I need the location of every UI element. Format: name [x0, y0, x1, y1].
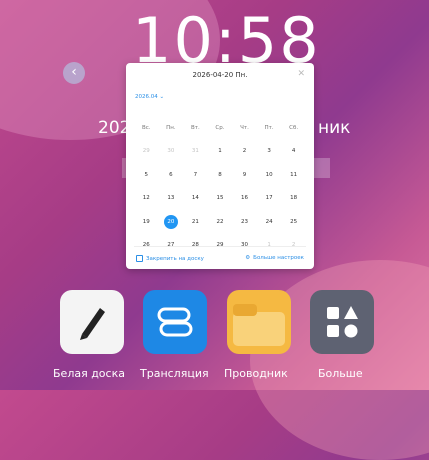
day-cell[interactable]: 5 [134, 172, 159, 178]
day-cell[interactable]: 21 [183, 219, 208, 225]
day-cell[interactable]: 11 [281, 172, 306, 178]
day-number: 14 [191, 195, 199, 202]
day-cell[interactable]: 7 [183, 172, 208, 178]
day-cell[interactable]: 4 [281, 148, 306, 154]
apps-icon [327, 306, 358, 338]
day-number: 6 [169, 171, 173, 178]
day-cell[interactable]: 24 [257, 219, 282, 225]
month-selector[interactable]: 2026.04 ⌄ [135, 94, 164, 100]
selected-day: 20 [163, 214, 178, 229]
back-button[interactable]: ‹ [63, 62, 85, 84]
cast-icon [157, 307, 193, 337]
day-cell[interactable]: 13 [159, 195, 184, 201]
day-number: 13 [167, 195, 175, 202]
pin-label: Закрепить на доску [146, 255, 204, 262]
explorer-app[interactable] [227, 290, 291, 354]
day-number: 23 [241, 218, 249, 225]
day-number: 25 [290, 218, 298, 225]
day-cell[interactable]: 6 [159, 172, 184, 178]
pin-to-board-toggle[interactable]: Закрепить на доску [136, 255, 204, 262]
calendar-grid: Вс. Пн. Вт. Ср. Чт. Пт. Сб. 29 30 31 1 2 3 4 5 6… [134, 116, 306, 257]
day-cell[interactable]: 31 [183, 148, 208, 154]
weekday-label: Сб. [289, 124, 299, 131]
more-settings-link[interactable]: ⚙ Больше настроек [245, 255, 304, 261]
day-number: 15 [216, 195, 224, 202]
weekday-label: Вс. [142, 124, 151, 131]
calendar-popup: 2026-04-20 Пн. ✕ 2026.04 ⌄ Вс. Пн. Вт. С… [126, 63, 314, 269]
day-cell[interactable]: 19 [134, 219, 159, 225]
lock-day: ник [318, 118, 351, 138]
day-cell[interactable]: 22 [208, 219, 233, 225]
calendar-header: 2026-04-20 Пн. [192, 71, 248, 79]
whiteboard-label: Белая доска [53, 367, 125, 380]
day-number: 22 [216, 218, 224, 225]
day-number: 7 [193, 171, 198, 178]
day-cell[interactable]: 2 [232, 148, 257, 154]
gear-icon: ⚙ [245, 255, 251, 261]
cast-label: Трансляция [140, 367, 209, 380]
day-cell[interactable]: 10 [257, 172, 282, 178]
day-number: 8 [218, 171, 222, 178]
day-cell[interactable]: 18 [281, 195, 306, 201]
day-number: 21 [191, 218, 199, 225]
day-number: 5 [144, 171, 149, 178]
more-apps[interactable] [310, 290, 374, 354]
day-number: 18 [290, 195, 298, 202]
day-number: 9 [242, 171, 247, 178]
pen-icon [80, 308, 105, 340]
day-cell[interactable]: 23 [232, 219, 257, 225]
day-cell[interactable]: 25 [281, 219, 306, 225]
weekday-label: Чт. [240, 124, 249, 131]
day-number: 31 [191, 148, 199, 155]
week-row: 19 20 21 22 23 24 25 [134, 210, 306, 234]
day-number: 4 [291, 148, 296, 155]
day-number: 10 [265, 171, 273, 178]
weekday-row: Вс. Пн. Вт. Ср. Чт. Пт. Сб. [134, 116, 306, 140]
day-cell[interactable]: 12 [134, 195, 159, 201]
day-cell[interactable]: 14 [183, 195, 208, 201]
explorer-label: Проводник [224, 367, 288, 380]
week-row: 12 13 14 15 16 17 18 [134, 187, 306, 211]
day-cell[interactable]: 1 [208, 148, 233, 154]
close-icon[interactable]: ✕ [297, 69, 305, 79]
day-cell[interactable]: 17 [257, 195, 282, 201]
day-cell[interactable]: 8 [208, 172, 233, 178]
day-cell[interactable]: 15 [208, 195, 233, 201]
day-number: 16 [241, 195, 249, 202]
weekday-label: Ср. [215, 124, 225, 131]
more-label: Больше [318, 367, 363, 380]
chevron-left-icon: ‹ [71, 64, 77, 80]
whiteboard-app[interactable] [60, 290, 124, 354]
weekday-label: Пн. [166, 124, 176, 131]
week-row: 5 6 7 8 9 10 11 [134, 163, 306, 187]
day-cell[interactable]: 16 [232, 195, 257, 201]
day-number: 17 [265, 195, 273, 202]
day-number: 24 [265, 218, 273, 225]
checkbox-icon [136, 255, 143, 262]
day-number: 19 [142, 218, 150, 225]
weekday-label: Вт. [191, 124, 200, 131]
week-row: 29 30 31 1 2 3 4 [134, 140, 306, 164]
divider [134, 246, 306, 247]
day-cell[interactable]: 30 [159, 148, 184, 154]
folder-icon [233, 304, 285, 346]
day-number: 30 [167, 148, 175, 155]
day-number: 3 [267, 148, 271, 155]
day-cell[interactable]: 20 [159, 214, 184, 229]
day-number: 11 [290, 171, 298, 178]
day-number: 1 [218, 148, 222, 155]
more-settings-label: Больше настроек [253, 255, 304, 261]
day-number: 29 [142, 148, 150, 155]
day-cell[interactable]: 9 [232, 172, 257, 178]
day-number: 12 [142, 195, 150, 202]
day-number: 2 [242, 148, 247, 155]
day-cell[interactable]: 3 [257, 148, 282, 154]
day-cell[interactable]: 29 [134, 148, 159, 154]
weekday-label: Пт. [264, 124, 274, 131]
cast-app[interactable] [143, 290, 207, 354]
